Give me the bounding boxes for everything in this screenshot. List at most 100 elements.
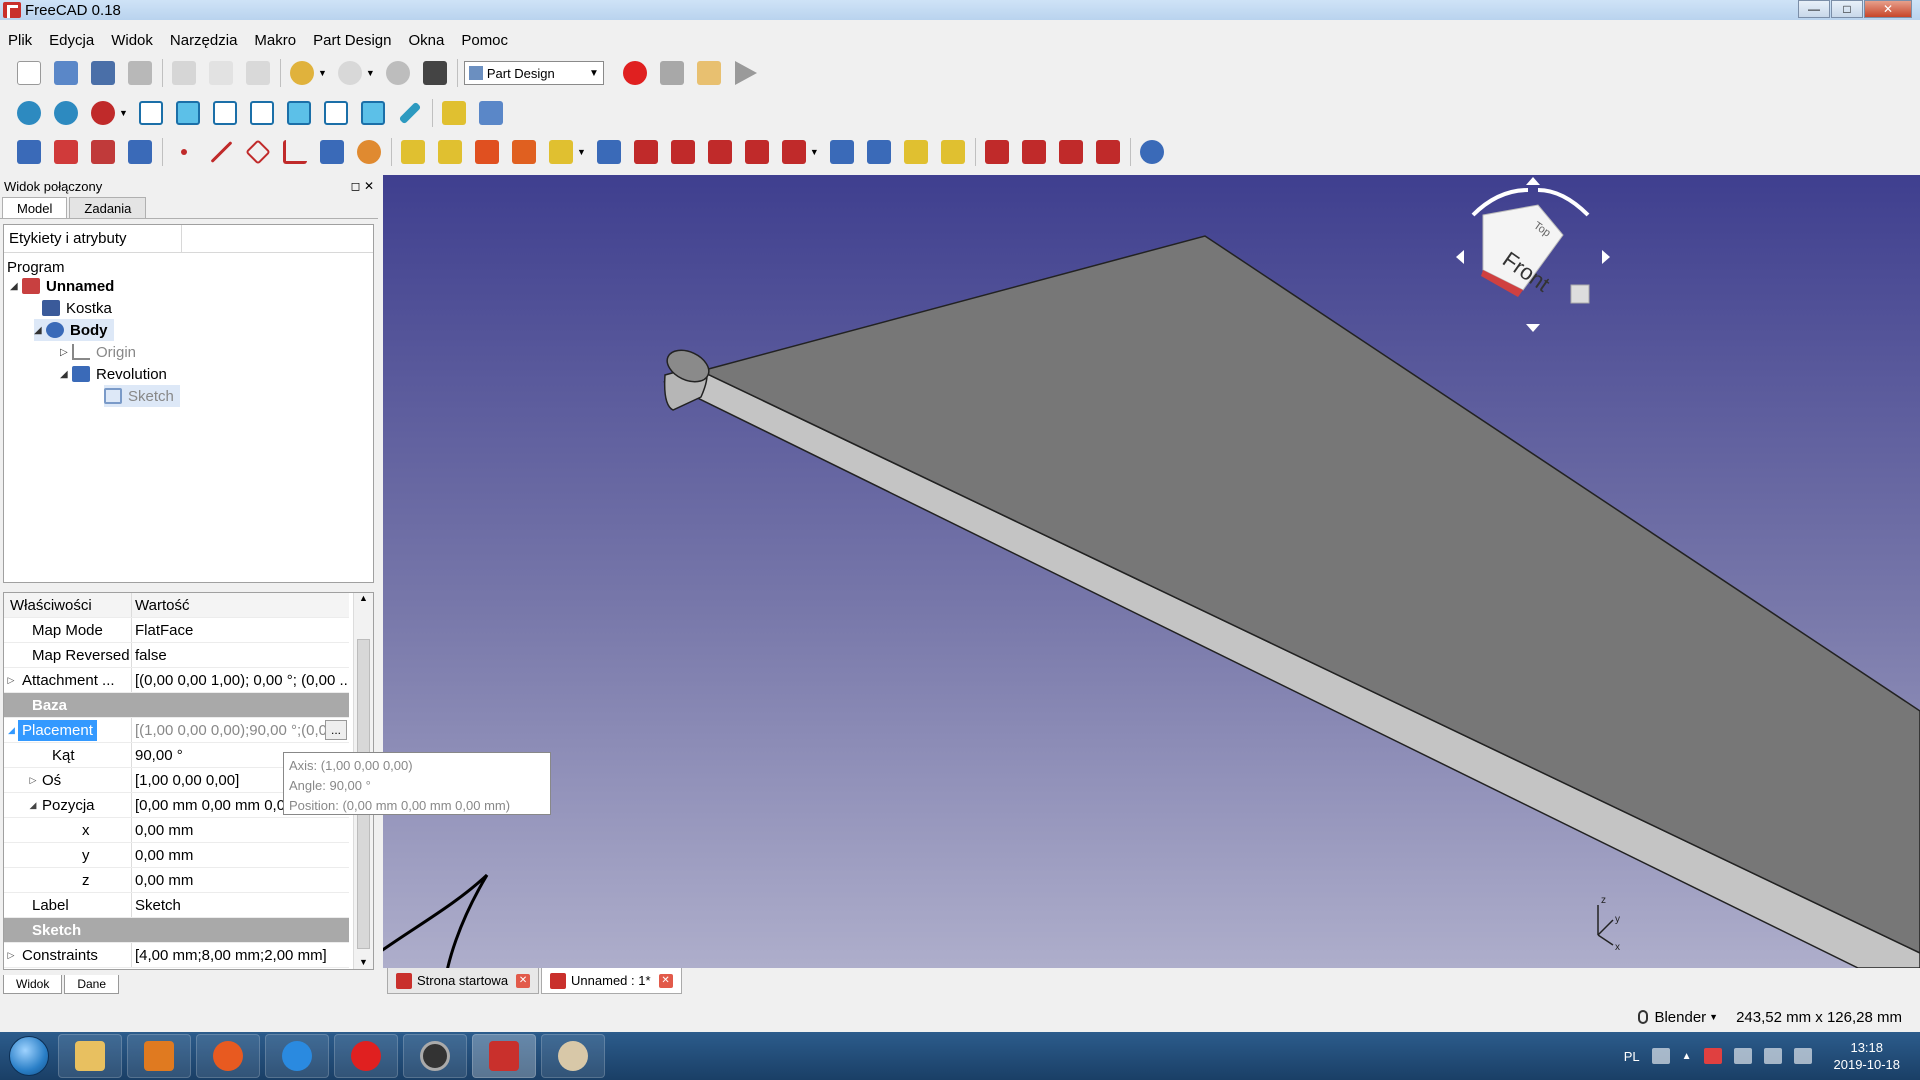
additive-loft-button[interactable] [472,137,502,167]
property-row-map-mode[interactable]: Map Mode FlatFace [4,618,349,643]
undock-icon[interactable]: ◻ [351,179,361,193]
redo-button[interactable] [335,58,365,88]
arrow-up-icon[interactable] [1526,177,1540,185]
macro-edit-button[interactable] [694,58,724,88]
additive-primitive-dropdown-icon[interactable]: ▼ [577,147,586,157]
property-row-attachment[interactable]: ▷ Attachment ... [(0,00 0,00 1,00); 0,00 … [4,668,349,693]
expanded-icon[interactable]: ◢ [10,281,22,292]
collapsed-icon[interactable]: ▷ [4,950,18,961]
navigation-style-selector[interactable]: Blender ▼ [1638,1009,1718,1026]
property-row-constraints[interactable]: ▷ Constraints [4,00 mm;8,00 mm;2,00 mm] [4,943,349,968]
arrow-right-icon[interactable] [1602,250,1610,264]
hole-button[interactable] [631,137,661,167]
property-value[interactable]: [(0,00 0,00 1,00); 0,00 °; (0,00 ... [132,672,349,689]
language-indicator[interactable]: PL [1624,1049,1640,1064]
pad-button[interactable] [398,137,428,167]
close-tab-icon[interactable]: ✕ [658,973,673,988]
paste-button[interactable] [243,58,273,88]
local-cs-button[interactable] [280,137,310,167]
menu-plik[interactable]: Plik [8,32,32,49]
save-button[interactable] [88,58,118,88]
property-value[interactable]: 0,00 mm [132,847,349,864]
linear-pattern-button[interactable] [864,137,894,167]
property-row-y[interactable]: y 0,00 mm [4,843,349,868]
create-body-button[interactable] [14,137,44,167]
taskbar-opera[interactable] [334,1034,398,1078]
view-rear-button[interactable] [284,98,314,128]
collapsed-icon[interactable]: ▷ [4,675,18,686]
clone-button[interactable] [354,137,384,167]
action-center-icon[interactable] [1703,1048,1722,1064]
fit-selection-button[interactable] [51,98,81,128]
rotate-right-icon[interactable] [1537,188,1590,217]
tab-zadania[interactable]: Zadania [69,197,147,218]
tree-item-kostka[interactable]: Kostka [42,297,112,319]
3d-viewport[interactable]: Front Top x y z [383,175,1920,968]
create-group-button[interactable] [476,98,506,128]
keyboard-icon[interactable] [1651,1048,1670,1064]
refresh-button[interactable] [383,58,413,88]
tree-item-unnamed[interactable]: ◢ Unnamed [10,275,114,297]
tab-dane[interactable]: Dane [64,975,120,994]
view-right-button[interactable] [247,98,277,128]
collapsed-icon[interactable]: ▷ [26,775,40,786]
property-row-label[interactable]: Label Sketch [4,893,349,918]
menu-okna[interactable]: Okna [408,32,444,49]
multi-transform-button[interactable] [938,137,968,167]
tab-model[interactable]: Model [2,197,68,218]
tab-widok[interactable]: Widok [3,975,63,994]
sub-shape-binder-button[interactable] [317,137,347,167]
thickness-button[interactable] [1093,137,1123,167]
tab-strona-startowa[interactable]: Strona startowa ✕ [387,968,540,994]
placement-edit-button[interactable]: ... [325,720,347,740]
property-row-placement[interactable]: ◢ Placement [(1,00 0,00 0,00);90,00 °;(0,… [4,718,349,743]
taskbar-media-player[interactable] [127,1034,191,1078]
expanded-icon[interactable]: ◢ [34,325,46,336]
open-file-button[interactable] [51,58,81,88]
property-row-x[interactable]: x 0,00 mm [4,818,349,843]
taskbar-paint[interactable] [541,1034,605,1078]
print-button[interactable] [125,58,155,88]
revolution-button[interactable] [435,137,465,167]
additive-primitive-button[interactable] [546,137,576,167]
subtractive-loft-button[interactable] [705,137,735,167]
clock[interactable]: 13:18 2019-10-18 [1834,1039,1901,1073]
additive-pipe-button[interactable] [509,137,539,167]
navigation-cube[interactable]: Front Top [1456,177,1610,332]
menu-pomoc[interactable]: Pomoc [461,32,508,49]
usb-icon[interactable] [1733,1048,1752,1064]
close-panel-icon[interactable]: ✕ [364,179,374,193]
tree-item-body[interactable]: ◢ Body [34,319,114,341]
menu-part-design[interactable]: Part Design [313,32,391,49]
show-hidden-icons-icon[interactable]: ▲ [1682,1051,1692,1062]
fit-all-button[interactable] [14,98,44,128]
close-tab-icon[interactable]: ✕ [516,973,531,988]
draw-style-button[interactable] [88,98,118,128]
view-left-button[interactable] [358,98,388,128]
taskbar-explorer[interactable] [58,1034,122,1078]
datum-point-button[interactable] [169,137,199,167]
macro-run-button[interactable] [731,58,761,88]
macro-record-button[interactable] [620,58,650,88]
tree-item-origin[interactable]: ▷ Origin [60,341,136,363]
chamfer-button[interactable] [1019,137,1049,167]
property-value[interactable]: FlatFace [132,622,349,639]
validate-sketch-button[interactable] [88,137,118,167]
draft-button[interactable] [1056,137,1086,167]
scroll-down-icon[interactable]: ▼ [354,957,373,967]
view-bottom-button[interactable] [321,98,351,128]
taskbar-internet-explorer[interactable] [265,1034,329,1078]
view-top-button[interactable] [210,98,240,128]
volume-icon[interactable] [1793,1048,1812,1064]
subtractive-primitive-dropdown-icon[interactable]: ▼ [810,147,819,157]
expanded-icon[interactable]: ◢ [26,800,40,811]
property-row-map-reversed[interactable]: Map Reversed false [4,643,349,668]
minimize-button[interactable]: — [1798,0,1830,18]
copy-button[interactable] [206,58,236,88]
menu-widok[interactable]: Widok [111,32,153,49]
nav-cube-menu-icon[interactable] [1570,284,1590,304]
menu-narzedzia[interactable]: Narzędzia [170,32,238,49]
undo-dropdown-icon[interactable]: ▼ [318,68,327,78]
create-part-button[interactable] [439,98,469,128]
scroll-up-icon[interactable]: ▲ [354,593,373,603]
